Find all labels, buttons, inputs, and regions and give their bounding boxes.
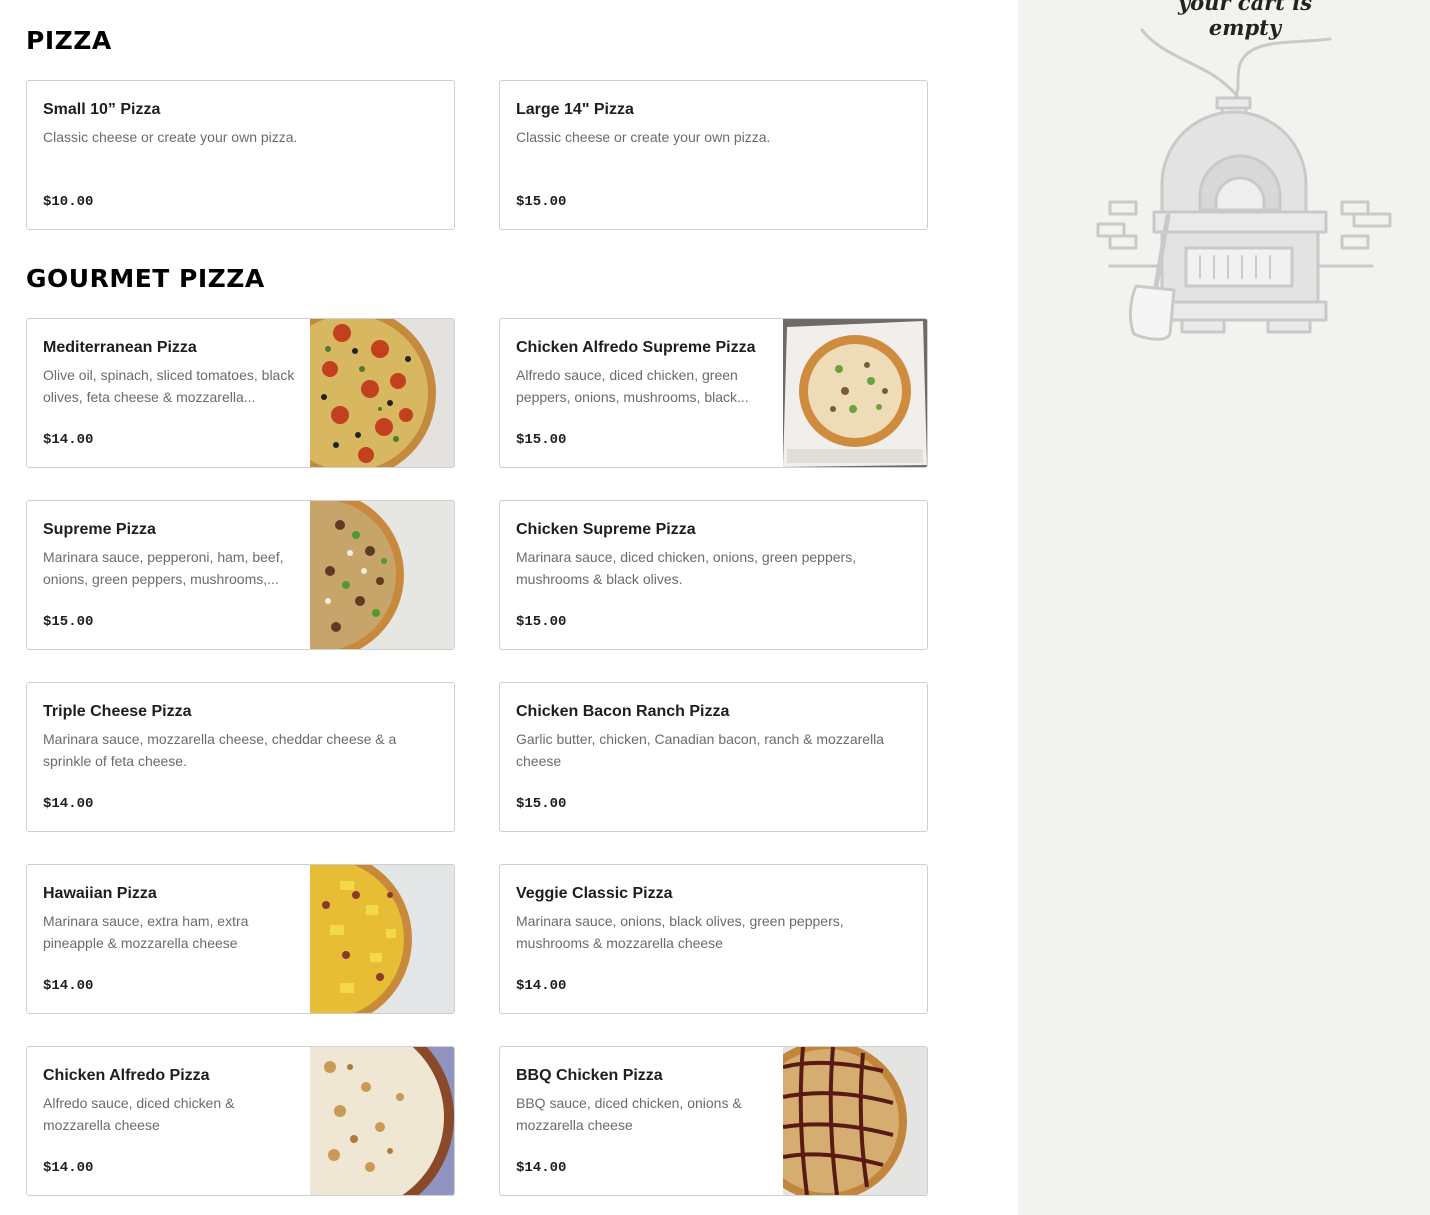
item-price: $15.00 xyxy=(516,614,567,630)
item-name: Veggie Classic Pizza xyxy=(516,885,673,902)
menu-item-card[interactable]: Veggie Classic Pizza Marinara sauce, oni… xyxy=(499,864,928,1014)
item-description: Alfredo sauce, diced chicken, green pepp… xyxy=(516,367,749,405)
item-name: Large 14" Pizza xyxy=(516,101,634,118)
item-price: $14.00 xyxy=(516,978,567,994)
item-name: Chicken Alfredo Supreme Pizza xyxy=(516,339,756,356)
item-price: $14.00 xyxy=(43,1160,94,1176)
menu-item-card[interactable]: Mediterranean Pizza Olive oil, spinach, … xyxy=(26,318,455,468)
chicken-alfredo-supreme-pizza-photo xyxy=(783,319,927,467)
supreme-pizza-photo xyxy=(310,501,454,649)
item-price: $14.00 xyxy=(43,796,94,812)
item-price: $15.00 xyxy=(516,796,567,812)
item-description: Marinara sauce, pepperoni, ham, beef, on… xyxy=(43,549,284,587)
item-description: Marinara sauce, extra ham, extra pineapp… xyxy=(43,913,249,951)
item-description: Olive oil, spinach, sliced tomatoes, bla… xyxy=(43,367,295,405)
item-name: Supreme Pizza xyxy=(43,521,156,538)
item-name: Chicken Bacon Ranch Pizza xyxy=(516,703,730,720)
item-name: Mediterranean Pizza xyxy=(43,339,197,356)
item-name: BBQ Chicken Pizza xyxy=(516,1067,663,1084)
item-description: Alfredo sauce, diced chicken & mozzarell… xyxy=(43,1095,235,1133)
menu-item-card[interactable]: Triple Cheese Pizza Marinara sauce, mozz… xyxy=(26,682,455,832)
menu-item-card[interactable]: Small 10” Pizza Classic cheese or create… xyxy=(26,80,455,230)
item-description: Garlic butter, chicken, Canadian bacon, … xyxy=(516,731,885,769)
menu-item-card[interactable]: Supreme Pizza Marinara sauce, pepperoni,… xyxy=(26,500,455,650)
item-price: $14.00 xyxy=(43,978,94,994)
item-description: Classic cheese or create your own pizza. xyxy=(516,129,771,145)
mediterranean-pizza-photo xyxy=(310,319,454,467)
item-description: Classic cheese or create your own pizza. xyxy=(43,129,298,145)
menu-panel: PIZZA Small 10” Pizza Classic cheese or … xyxy=(0,0,1018,1215)
item-description: Marinara sauce, onions, black olives, gr… xyxy=(516,913,844,951)
bbq-chicken-pizza-photo xyxy=(783,1047,927,1195)
item-name: Chicken Alfredo Pizza xyxy=(43,1067,210,1084)
item-name: Triple Cheese Pizza xyxy=(43,703,192,720)
item-price: $15.00 xyxy=(516,432,567,448)
item-price: $15.00 xyxy=(516,194,567,210)
menu-item-card[interactable]: Large 14" Pizza Classic cheese or create… xyxy=(499,80,928,230)
menu-item-card[interactable]: Chicken Alfredo Pizza Alfredo sauce, dic… xyxy=(26,1046,455,1196)
item-name: Small 10” Pizza xyxy=(43,101,161,118)
page: PIZZA Small 10” Pizza Classic cheese or … xyxy=(0,0,1430,1215)
menu-item-card[interactable]: Chicken Bacon Ranch Pizza Garlic butter,… xyxy=(499,682,928,832)
item-description: Marinara sauce, diced chicken, onions, g… xyxy=(516,549,857,587)
item-name: Hawaiian Pizza xyxy=(43,885,157,902)
menu-item-card[interactable]: BBQ Chicken Pizza BBQ sauce, diced chick… xyxy=(499,1046,928,1196)
section-title-pizza: PIZZA xyxy=(26,26,112,55)
pizza-oven-icon xyxy=(1090,24,1400,344)
item-description: BBQ sauce, diced chicken, onions & mozza… xyxy=(516,1095,742,1133)
item-price: $14.00 xyxy=(43,432,94,448)
hawaiian-pizza-photo xyxy=(310,865,454,1013)
menu-item-card[interactable]: Chicken Alfredo Supreme Pizza Alfredo sa… xyxy=(499,318,928,468)
item-price: $10.00 xyxy=(43,194,94,210)
section-title-gourmet-pizza: GOURMET PIZZA xyxy=(26,264,265,293)
menu-item-card[interactable]: Chicken Supreme Pizza Marinara sauce, di… xyxy=(499,500,928,650)
item-price: $14.00 xyxy=(516,1160,567,1176)
menu-item-card[interactable]: Hawaiian Pizza Marinara sauce, extra ham… xyxy=(26,864,455,1014)
item-name: Chicken Supreme Pizza xyxy=(516,521,696,538)
item-description: Marinara sauce, mozzarella cheese, chedd… xyxy=(43,731,397,769)
chicken-alfredo-pizza-photo xyxy=(310,1047,454,1195)
item-price: $15.00 xyxy=(43,614,94,630)
